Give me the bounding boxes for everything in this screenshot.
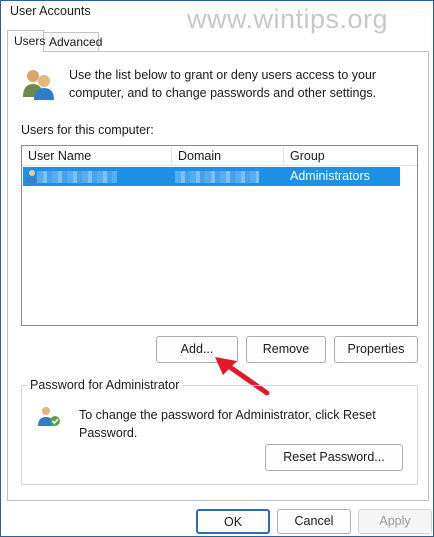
- users-listview[interactable]: User Name Domain Group Administrators: [21, 145, 418, 326]
- apply-button[interactable]: Apply: [358, 509, 432, 534]
- cancel-button[interactable]: Cancel: [277, 509, 351, 534]
- column-domain[interactable]: Domain: [172, 146, 284, 166]
- ok-button[interactable]: OK: [196, 509, 270, 534]
- row-group-value: Administrators: [290, 169, 370, 183]
- tab-advanced[interactable]: Advanced: [44, 32, 102, 51]
- properties-button[interactable]: Properties: [334, 336, 418, 363]
- user-accounts-window: User Accounts www.wintips.org Users Adva…: [0, 0, 434, 537]
- admin-user-icon: [38, 407, 60, 426]
- window-title: User Accounts: [10, 4, 91, 18]
- column-user-name[interactable]: User Name: [22, 146, 172, 166]
- table-row[interactable]: Administrators: [23, 167, 400, 186]
- reset-password-button[interactable]: Reset Password...: [265, 444, 403, 471]
- users-list-label: Users for this computer:: [21, 123, 154, 137]
- users-icon: [23, 70, 54, 100]
- listview-header: User Name Domain Group: [22, 146, 417, 166]
- password-group-title: Password for Administrator: [27, 378, 183, 392]
- redacted-user-name: [37, 171, 117, 183]
- password-group-text: To change the password for Administrator…: [79, 408, 376, 440]
- watermark-text: www.wintips.org: [187, 4, 389, 34]
- redacted-domain: [175, 171, 259, 183]
- intro-text: Use the list below to grant or deny user…: [69, 68, 377, 100]
- column-group[interactable]: Group: [284, 146, 417, 166]
- tab-users[interactable]: Users: [7, 30, 45, 52]
